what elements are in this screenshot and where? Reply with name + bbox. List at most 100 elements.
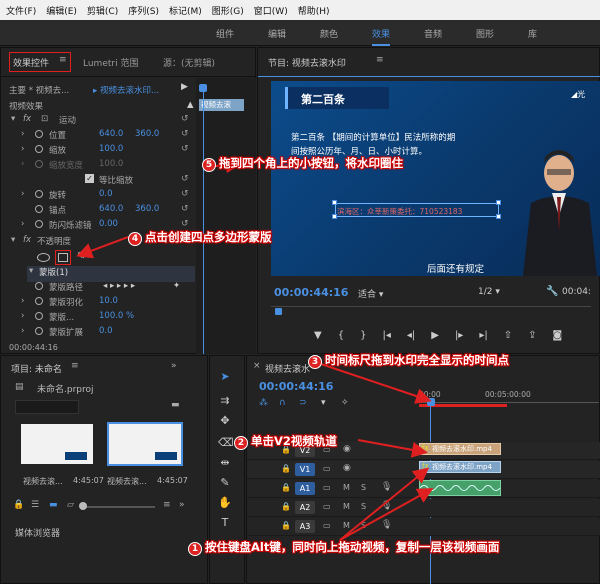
track-lock-icon[interactable]: 🔒 bbox=[281, 464, 291, 473]
step-back-icon[interactable]: ◂| bbox=[407, 330, 415, 346]
tab-lumetri-scopes[interactable]: Lumetri 范围 bbox=[83, 56, 138, 69]
timeline-playhead[interactable] bbox=[427, 398, 435, 406]
linked-selection-icon[interactable]: ⊃ bbox=[299, 398, 307, 408]
track-select-tool-icon[interactable]: ⇉ bbox=[218, 394, 232, 408]
solo-track-icon[interactable]: S bbox=[361, 483, 366, 492]
playhead-marker[interactable] bbox=[199, 84, 207, 92]
clip-v2[interactable]: ƒx 视频去滚水印.mp4 bbox=[419, 443, 501, 455]
extract-icon[interactable]: ⇪ bbox=[528, 330, 536, 346]
timeline-timecode[interactable]: 00:00:44:16 bbox=[259, 380, 333, 393]
solo-track-icon[interactable]: S bbox=[361, 521, 366, 530]
nest-icon[interactable]: ⁂ bbox=[259, 398, 268, 408]
menu-item-2[interactable]: 剪辑(C) bbox=[87, 4, 118, 17]
in-point-icon[interactable]: { bbox=[338, 330, 344, 346]
program-menu-icon[interactable]: ≡ bbox=[376, 55, 384, 65]
marker-icon[interactable]: ▼ bbox=[314, 330, 322, 346]
menu-item-3[interactable]: 序列(S) bbox=[128, 4, 159, 17]
razor-tool-icon[interactable]: ⌫ bbox=[218, 436, 234, 450]
freeform-view-icon[interactable]: ▱ bbox=[67, 500, 74, 510]
menu-item-1[interactable]: 编辑(E) bbox=[46, 4, 77, 17]
thumbnail-2[interactable] bbox=[107, 422, 183, 466]
menu-item-4[interactable]: 标记(M) bbox=[169, 4, 202, 17]
anchor-row[interactable]: 锚点 640.0 360.0 ↺ bbox=[1, 204, 196, 220]
uniform-scale-row[interactable]: ✓ 等比缩放 ↺ bbox=[1, 174, 196, 190]
timeline-settings-icon[interactable]: ✧ bbox=[341, 398, 349, 408]
effect-mini-timeline[interactable] bbox=[196, 78, 256, 354]
ripple-edit-tool-icon[interactable]: ✥ bbox=[218, 414, 232, 428]
workspace-tab-effects[interactable]: 效果 bbox=[372, 27, 391, 46]
pen-tool-icon[interactable]: ✎ bbox=[218, 476, 232, 490]
voice-over-record-icon[interactable]: 🎙 bbox=[381, 520, 392, 530]
menu-item-6[interactable]: 窗口(W) bbox=[254, 4, 288, 17]
clip-a1[interactable] bbox=[419, 480, 501, 496]
track-a3[interactable]: 🔒 A3 ▭ M S 🎙 bbox=[247, 518, 600, 536]
rectangle-mask-icon[interactable] bbox=[58, 253, 68, 262]
mask-handle-tl[interactable] bbox=[332, 200, 337, 205]
track-target-a2[interactable]: A2 bbox=[295, 501, 315, 514]
toggle-output-eye-icon[interactable]: ◉ bbox=[343, 444, 351, 454]
list-view-icon[interactable]: ☰ bbox=[31, 500, 39, 510]
slip-tool-icon[interactable]: ⇹ bbox=[218, 456, 232, 470]
menu-item-7[interactable]: 帮助(H) bbox=[298, 4, 330, 17]
sync-lock-icon[interactable]: ▭ bbox=[323, 521, 331, 530]
thumbnail-1[interactable] bbox=[21, 424, 93, 464]
menu-item-0[interactable]: 文件(F) bbox=[6, 4, 36, 17]
add-marker-icon[interactable]: ▾ bbox=[321, 398, 326, 408]
clip-v1[interactable]: ƒx 视频去滚水印.mp4 bbox=[419, 461, 501, 473]
close-sequence-icon[interactable]: × bbox=[253, 361, 261, 371]
expand-panel-icon[interactable]: » bbox=[171, 361, 177, 371]
tab-effect-controls[interactable]: 效果控件 bbox=[13, 56, 49, 69]
mute-track-icon[interactable]: M bbox=[343, 483, 350, 492]
panel-menu-icon[interactable]: ≡ bbox=[59, 55, 67, 65]
sync-lock-icon[interactable]: ▭ bbox=[323, 483, 331, 492]
quality-dropdown[interactable]: 1/2 ▾ bbox=[478, 287, 500, 297]
go-to-out-icon[interactable]: ▸| bbox=[479, 330, 487, 346]
pen-mask-icon[interactable]: ✎ bbox=[77, 251, 85, 262]
workspace-tab-color[interactable]: 颜色 bbox=[320, 27, 338, 40]
track-lock-icon[interactable]: 🔒 bbox=[281, 502, 291, 511]
camera-icon[interactable]: ◙ bbox=[553, 330, 563, 346]
motion-row[interactable]: ▾ fx ⊡ 运动 ↺ bbox=[1, 114, 196, 130]
project-menu-icon[interactable]: ≡ bbox=[71, 361, 79, 371]
mute-track-icon[interactable]: M bbox=[343, 502, 350, 511]
track-target-v1[interactable]: V1 bbox=[295, 463, 315, 476]
mask-expand-row[interactable]: › 蒙版扩展 0.0 bbox=[1, 326, 196, 342]
out-point-icon[interactable]: } bbox=[360, 330, 366, 346]
play-only-icon[interactable]: ▶ bbox=[181, 82, 188, 92]
scale-row[interactable]: › 缩放 100.0 ↺ bbox=[1, 144, 196, 160]
toggle-output-eye-icon[interactable]: ◉ bbox=[343, 463, 351, 473]
mask-handle-tr[interactable] bbox=[496, 200, 501, 205]
settings-icon[interactable]: 🔧 bbox=[546, 286, 558, 297]
icon-view-icon[interactable]: ▬ bbox=[49, 500, 58, 510]
program-scrubber[interactable] bbox=[271, 306, 591, 320]
snap-icon[interactable]: ∩ bbox=[279, 398, 286, 408]
master-clip-label[interactable]: 主要 * 视频去... bbox=[9, 84, 69, 96]
workspace-tab-graphics[interactable]: 图形 bbox=[476, 27, 494, 40]
solo-track-icon[interactable]: S bbox=[361, 502, 366, 511]
mask-1-row[interactable]: ▾ 蒙版(1) bbox=[27, 266, 195, 282]
sequence-tab[interactable]: 视频去滚水 bbox=[265, 362, 310, 375]
media-browser-tab[interactable]: 媒体浏览器 bbox=[15, 526, 60, 539]
more-icon[interactable]: » bbox=[179, 500, 185, 510]
sync-lock-icon[interactable]: ▭ bbox=[323, 464, 331, 473]
track-target-a1[interactable]: A1 bbox=[295, 482, 315, 495]
type-tool-icon[interactable]: T bbox=[218, 516, 232, 530]
step-forward-icon[interactable]: |▸ bbox=[455, 330, 463, 346]
rotation-row[interactable]: › 旋转 0.0 ↺ bbox=[1, 189, 196, 205]
tab-source[interactable]: 源：(无剪辑) bbox=[163, 56, 215, 69]
uniform-scale-checkbox[interactable]: ✓ bbox=[85, 174, 94, 183]
wrench-icon[interactable]: ✦ bbox=[173, 281, 180, 291]
mask-opacity-row[interactable]: › 蒙版... 100.0 % bbox=[1, 311, 196, 327]
mask-handle-br[interactable] bbox=[496, 214, 501, 219]
program-timecode[interactable]: 00:00:44:16 bbox=[274, 286, 348, 299]
workspace-tab-audio[interactable]: 音频 bbox=[424, 27, 442, 40]
sort-icon[interactable]: ≡ bbox=[163, 500, 171, 510]
workspace-tab-assembly[interactable]: 组件 bbox=[216, 27, 234, 40]
selection-tool-icon[interactable]: ➤ bbox=[218, 370, 232, 384]
sync-lock-icon[interactable]: ▭ bbox=[323, 502, 331, 511]
track-lock-icon[interactable]: 🔒 bbox=[281, 521, 291, 530]
mask-feather-row[interactable]: › 蒙版羽化 10.0 bbox=[1, 296, 196, 312]
new-bin-icon[interactable]: ▬ bbox=[171, 400, 180, 410]
mute-track-icon[interactable]: M bbox=[343, 521, 350, 530]
lift-icon[interactable]: ⇧ bbox=[504, 330, 512, 346]
